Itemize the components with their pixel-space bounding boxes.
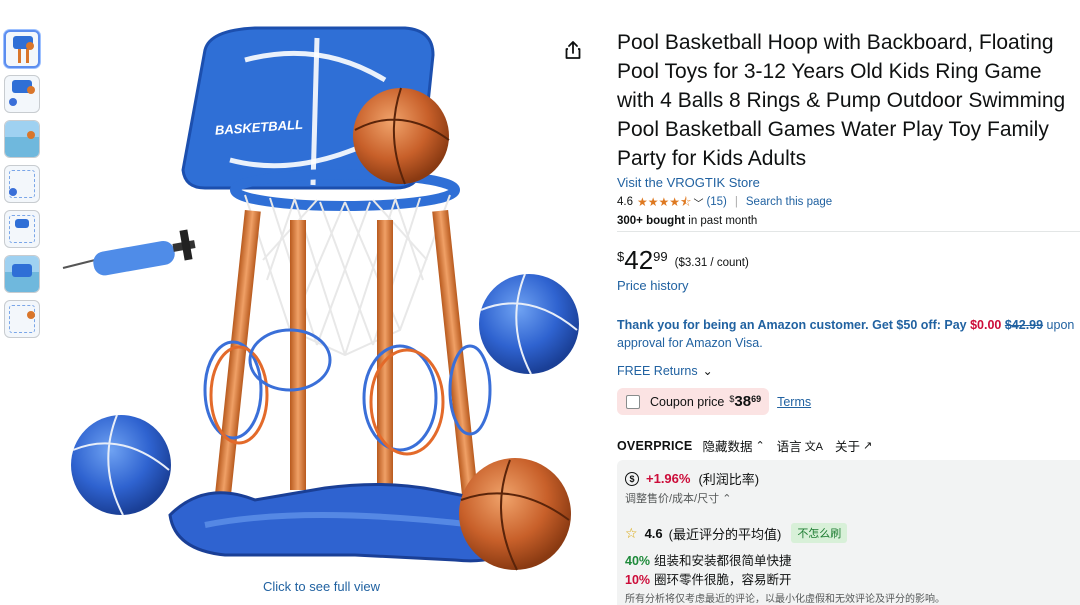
chevron-up-icon: ⌃ xyxy=(722,493,732,505)
adjust-costs-link[interactable]: 调整售价/成本/尺寸 ⌃ xyxy=(625,490,731,506)
profit-row: $ +1.96% (利润比率) xyxy=(625,469,759,488)
profit-ratio-label: (利润比率) xyxy=(698,472,760,487)
price-whole: 42 xyxy=(624,245,654,275)
thumbnail-6[interactable] xyxy=(4,255,40,293)
price-fraction: 99 xyxy=(653,249,668,264)
coupon-row: Coupon price $ 38 69 Terms xyxy=(617,388,811,415)
free-returns-label: FREE Returns xyxy=(617,364,698,378)
hide-data-toggle[interactable]: 隐藏数据 ⌃ xyxy=(702,436,764,455)
thumbnail-7[interactable] xyxy=(4,300,40,338)
chevron-down-icon[interactable]: ﹀ xyxy=(693,195,703,210)
promo-text: Thank you for being an Amazon customer. … xyxy=(617,318,971,332)
analysis-panel: $ +1.96% (利润比率) 调整售价/成本/尺寸 ⌃ ☆ 4.6 (最近评分… xyxy=(617,460,1080,605)
unit-price: ($3.31 / count) xyxy=(674,257,749,269)
terms-link[interactable]: Terms xyxy=(777,395,811,409)
divider: | xyxy=(734,196,738,208)
thumbnail-5[interactable] xyxy=(4,210,40,248)
adjust-costs-label: 调整售价/成本/尺寸 xyxy=(625,493,720,505)
promo-pay-amount: $0.00 xyxy=(970,318,1002,332)
coupon-label: Coupon price xyxy=(650,394,725,409)
external-link-icon: ↗ xyxy=(863,440,873,452)
dollar-icon: $ xyxy=(625,471,639,486)
bought-suffix: in past month xyxy=(685,215,758,227)
thumbnail-list xyxy=(4,30,42,345)
price-history-link[interactable]: Price history xyxy=(617,278,689,293)
ball-blue-left xyxy=(71,415,171,515)
insight-negative-text: 圈环零件很脆，容易断开 xyxy=(654,573,792,587)
bought-in-past-month: 300+ bought in past month xyxy=(617,215,1077,227)
thumbnail-4[interactable] xyxy=(4,165,40,203)
language-label: 语言 xyxy=(776,440,802,454)
ball-blue-right xyxy=(479,274,579,374)
thumbnail-1[interactable] xyxy=(4,30,40,68)
review-quality-badge: 不怎么刷 xyxy=(791,523,848,543)
avg-rating-value: 4.6 xyxy=(644,525,663,541)
hide-data-label: 隐藏数据 xyxy=(702,440,753,454)
insight-positive: 40% 组装和安装都很简单快捷 xyxy=(625,550,792,569)
coupon-whole: 38 xyxy=(734,393,752,410)
share-icon[interactable] xyxy=(564,40,582,60)
thumbnail-3[interactable] xyxy=(4,120,40,158)
insight-negative-pct: 10% xyxy=(625,573,651,587)
insight-positive-pct: 40% xyxy=(625,554,651,568)
translate-icon: 文A xyxy=(804,440,824,453)
about-link[interactable]: 关于 ↗ xyxy=(835,436,872,455)
language-button[interactable]: 语言 文A xyxy=(777,436,823,455)
full-view-link[interactable]: Click to see full view xyxy=(263,579,380,594)
store-link[interactable]: Visit the VROGTIK Store xyxy=(617,175,1077,190)
price: $ 42 99 ($3.31 / count) xyxy=(617,246,749,274)
divider-line xyxy=(617,231,1080,232)
chevron-up-icon: ⌃ xyxy=(755,440,765,452)
ball-orange-bottom xyxy=(459,458,571,570)
star-rating-icon[interactable]: ★ ★ ★ ★ ⯪ xyxy=(637,196,691,208)
extension-brand: OVERPRICE xyxy=(617,438,693,453)
product-details: Pool Basketball Hoop with Backboard, Flo… xyxy=(617,28,1077,227)
about-label: 关于 xyxy=(835,440,861,454)
rating-row: 4.6 ★ ★ ★ ★ ⯪ ﹀ (15) | Search this page xyxy=(617,195,1077,210)
product-title: Pool Basketball Hoop with Backboard, Flo… xyxy=(617,31,1066,170)
coupon-checkbox[interactable] xyxy=(626,394,640,409)
avg-rating-label: (最近评分的平均值) xyxy=(668,526,782,542)
price-currency: $ xyxy=(617,249,625,264)
insight-positive-text: 组装和安装都很简单快捷 xyxy=(654,554,792,568)
free-returns[interactable]: FREE Returns ⌄ xyxy=(617,364,713,378)
rating-value: 4.6 xyxy=(617,196,633,208)
search-this-page-link[interactable]: Search this page xyxy=(746,196,832,208)
insight-negative: 10% 圈环零件很脆，容易断开 xyxy=(625,569,792,588)
panel-footnote: 所有分析将仅考虑最近的评论，以最小化虚假和无效评论及评分的影响。 xyxy=(625,594,945,605)
star-outline-icon: ☆ xyxy=(625,524,638,541)
chevron-down-icon: ⌄ xyxy=(702,364,713,378)
bought-count: 300+ bought xyxy=(617,215,686,227)
thumbnail-2[interactable] xyxy=(4,75,40,113)
rating-count-link[interactable]: (15) xyxy=(706,196,726,208)
promo-strike-price: $42.99 xyxy=(1004,318,1044,332)
product-image[interactable]: BASKETBALL xyxy=(55,10,595,575)
ball-orange-top xyxy=(353,88,449,184)
profit-ratio: +1.96% xyxy=(646,471,691,486)
coupon-fraction: 69 xyxy=(751,394,762,404)
coupon-box[interactable]: Coupon price $ 38 69 xyxy=(617,388,770,415)
pump-image xyxy=(62,229,196,276)
avg-rating-row: ☆ 4.6 (最近评分的平均值) 不怎么刷 xyxy=(625,523,848,543)
extension-bar: OVERPRICE 隐藏数据 ⌃ 语言 文A 关于 ↗ xyxy=(617,436,884,455)
card-promo[interactable]: Thank you for being an Amazon customer. … xyxy=(617,316,1080,352)
